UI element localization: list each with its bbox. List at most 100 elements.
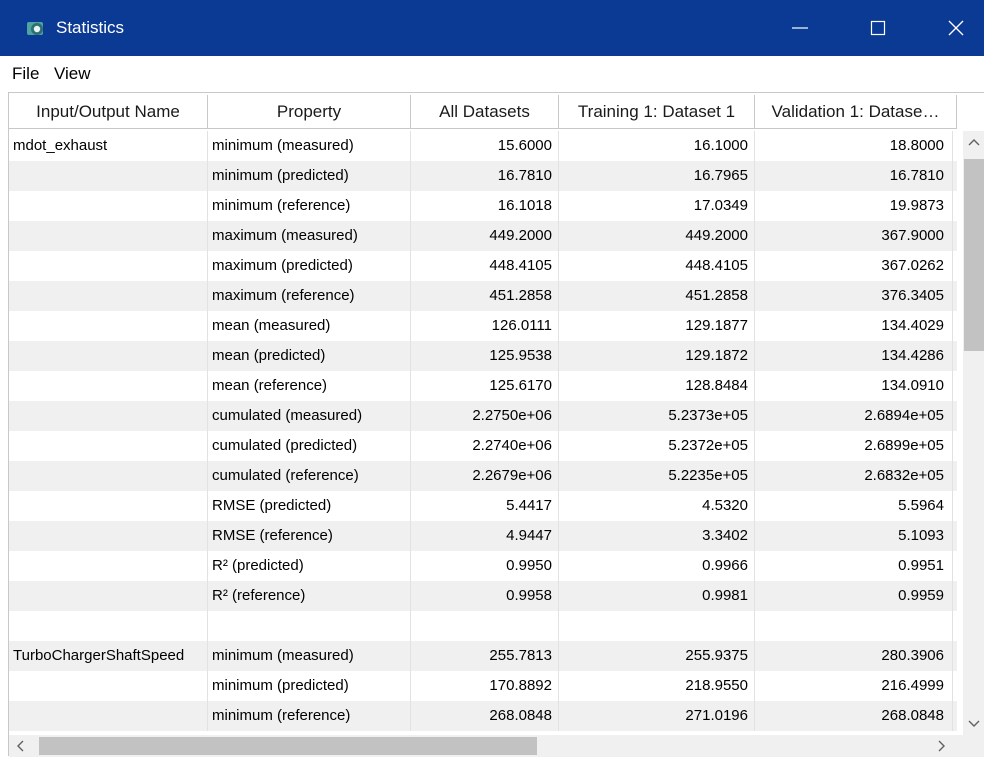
row-training-cell: 0.9981 xyxy=(559,581,755,611)
vertical-scroll-thumb[interactable] xyxy=(964,159,984,351)
row-name-cell xyxy=(9,401,208,431)
row-all-datasets-cell: 0.9958 xyxy=(411,581,559,611)
row-all-datasets-cell: 125.6170 xyxy=(411,371,559,401)
row-name-cell xyxy=(9,341,208,371)
row-validation-cell: 16.7810 xyxy=(755,161,953,191)
menu-file[interactable]: File xyxy=(12,64,39,84)
column-header-input-output-name[interactable]: Input/Output Name xyxy=(9,95,208,129)
row-validation-cell: 268.0848 xyxy=(755,701,953,731)
row-property-cell: RMSE (reference) xyxy=(208,521,411,551)
row-property-cell: minimum (predicted) xyxy=(208,671,411,701)
table-row[interactable]: minimum (predicted) 170.8892 218.9550 216.4… xyxy=(9,671,957,701)
table-row[interactable]: TurboChargerShaftSpeed minimum (measured)… xyxy=(9,641,957,671)
row-all-datasets-cell: 2.2679e+06 xyxy=(411,461,559,491)
row-training-cell: 271.0196 xyxy=(559,701,755,731)
row-name-cell xyxy=(9,371,208,401)
column-header-all-datasets[interactable]: All Datasets xyxy=(411,95,559,129)
table-row[interactable]: cumulated (reference) 2.2679e+06 5.2235e+0… xyxy=(9,461,957,491)
table-row[interactable]: minimum (reference) 268.0848 271.0196 268.0… xyxy=(9,701,957,731)
row-name-cell xyxy=(9,461,208,491)
row-validation-cell: 134.4029 xyxy=(755,311,953,341)
menu-bar: File View xyxy=(0,56,984,92)
row-name-cell: TurboChargerShaftSpeed xyxy=(9,641,208,671)
table-row[interactable]: minimum (predicted) 16.7810 16.7965 16.7810 xyxy=(9,161,957,191)
row-validation-cell: 5.5964 xyxy=(755,491,953,521)
row-training-cell: 16.7965 xyxy=(559,161,755,191)
row-validation-cell: 19.9873 xyxy=(755,191,953,221)
table-row[interactable]: minimum (reference) 16.1018 17.0349 19.9873 xyxy=(9,191,957,221)
table-row[interactable]: mdot_exhaust minimum (measured) 15.6000 16.… xyxy=(9,131,957,161)
row-property-cell: minimum (predicted) xyxy=(208,161,411,191)
table-row[interactable]: maximum (reference) 451.2858 451.2858 376.3… xyxy=(9,281,957,311)
title-bar: Statistics xyxy=(0,0,984,56)
app-icon xyxy=(27,22,43,35)
row-validation-cell xyxy=(755,611,953,641)
row-validation-cell: 2.6899e+05 xyxy=(755,431,953,461)
row-validation-cell: 2.6894e+05 xyxy=(755,401,953,431)
table-header: Input/Output Name Property All Datasets … xyxy=(9,95,957,129)
table-row[interactable] xyxy=(9,611,957,641)
row-all-datasets-cell: 268.0848 xyxy=(411,701,559,731)
row-training-cell: 5.2373e+05 xyxy=(559,401,755,431)
row-name-cell xyxy=(9,551,208,581)
scroll-up-arrow-icon[interactable] xyxy=(963,131,984,155)
row-name-cell xyxy=(9,581,208,611)
vertical-scrollbar[interactable] xyxy=(963,131,984,735)
row-property-cell: minimum (reference) xyxy=(208,701,411,731)
row-property-cell: cumulated (measured) xyxy=(208,401,411,431)
row-all-datasets-cell: 4.9447 xyxy=(411,521,559,551)
row-training-cell: 17.0349 xyxy=(559,191,755,221)
table-row[interactable]: mean (reference) 125.6170 128.8484 134.0910 xyxy=(9,371,957,401)
minimize-button[interactable] xyxy=(772,0,828,56)
row-validation-cell: 216.4999 xyxy=(755,671,953,701)
row-property-cell: minimum (reference) xyxy=(208,191,411,221)
column-header-validation[interactable]: Validation 1: Datase… xyxy=(755,95,957,129)
table-row[interactable]: mean (predicted) 125.9538 129.1872 134.4286 xyxy=(9,341,957,371)
horizontal-scrollbar[interactable] xyxy=(9,735,984,757)
row-validation-cell: 376.3405 xyxy=(755,281,953,311)
horizontal-scroll-thumb[interactable] xyxy=(39,737,537,755)
table-row[interactable]: RMSE (predicted) 5.4417 4.5320 5.5964 xyxy=(9,491,957,521)
scroll-left-arrow-icon[interactable] xyxy=(9,735,33,757)
close-button[interactable] xyxy=(928,0,984,56)
row-training-cell: 449.2000 xyxy=(559,221,755,251)
column-header-property[interactable]: Property xyxy=(208,95,411,129)
minimize-icon xyxy=(792,27,808,29)
table-row[interactable]: cumulated (measured) 2.2750e+06 5.2373e+05… xyxy=(9,401,957,431)
maximize-button[interactable] xyxy=(850,0,906,56)
row-all-datasets-cell: 448.4105 xyxy=(411,251,559,281)
table-row[interactable]: R² (reference) 0.9958 0.9981 0.9959 xyxy=(9,581,957,611)
table-row[interactable]: maximum (measured) 449.2000 449.2000 367.90… xyxy=(9,221,957,251)
table-row[interactable]: RMSE (reference) 4.9447 3.3402 5.1093 xyxy=(9,521,957,551)
row-training-cell: 5.2372e+05 xyxy=(559,431,755,461)
row-training-cell: 3.3402 xyxy=(559,521,755,551)
row-name-cell xyxy=(9,161,208,191)
table-row[interactable]: R² (predicted) 0.9950 0.9966 0.9951 xyxy=(9,551,957,581)
row-all-datasets-cell: 15.6000 xyxy=(411,131,559,161)
scroll-right-arrow-icon[interactable] xyxy=(929,735,953,757)
statistics-table: Input/Output Name Property All Datasets … xyxy=(8,92,984,757)
scroll-down-arrow-icon[interactable] xyxy=(963,711,984,735)
row-name-cell xyxy=(9,521,208,551)
row-training-cell: 4.5320 xyxy=(559,491,755,521)
row-all-datasets-cell: 5.4417 xyxy=(411,491,559,521)
row-training-cell: 129.1877 xyxy=(559,311,755,341)
row-all-datasets-cell: 451.2858 xyxy=(411,281,559,311)
table-row[interactable]: cumulated (predicted) 2.2740e+06 5.2372e+0… xyxy=(9,431,957,461)
column-header-training[interactable]: Training 1: Dataset 1 xyxy=(559,95,755,129)
row-training-cell: 451.2858 xyxy=(559,281,755,311)
row-validation-cell: 367.9000 xyxy=(755,221,953,251)
menu-view[interactable]: View xyxy=(54,64,91,84)
row-property-cell: mean (reference) xyxy=(208,371,411,401)
row-property-cell: R² (predicted) xyxy=(208,551,411,581)
table-row[interactable]: mean (measured) 126.0111 129.1877 134.4029 xyxy=(9,311,957,341)
row-training-cell: 448.4105 xyxy=(559,251,755,281)
row-validation-cell: 2.6832e+05 xyxy=(755,461,953,491)
row-training-cell: 129.1872 xyxy=(559,341,755,371)
row-property-cell: cumulated (reference) xyxy=(208,461,411,491)
row-all-datasets-cell: 125.9538 xyxy=(411,341,559,371)
row-property-cell: mean (predicted) xyxy=(208,341,411,371)
row-all-datasets-cell: 2.2740e+06 xyxy=(411,431,559,461)
row-all-datasets-cell: 126.0111 xyxy=(411,311,559,341)
table-row[interactable]: maximum (predicted) 448.4105 448.4105 367.0… xyxy=(9,251,957,281)
